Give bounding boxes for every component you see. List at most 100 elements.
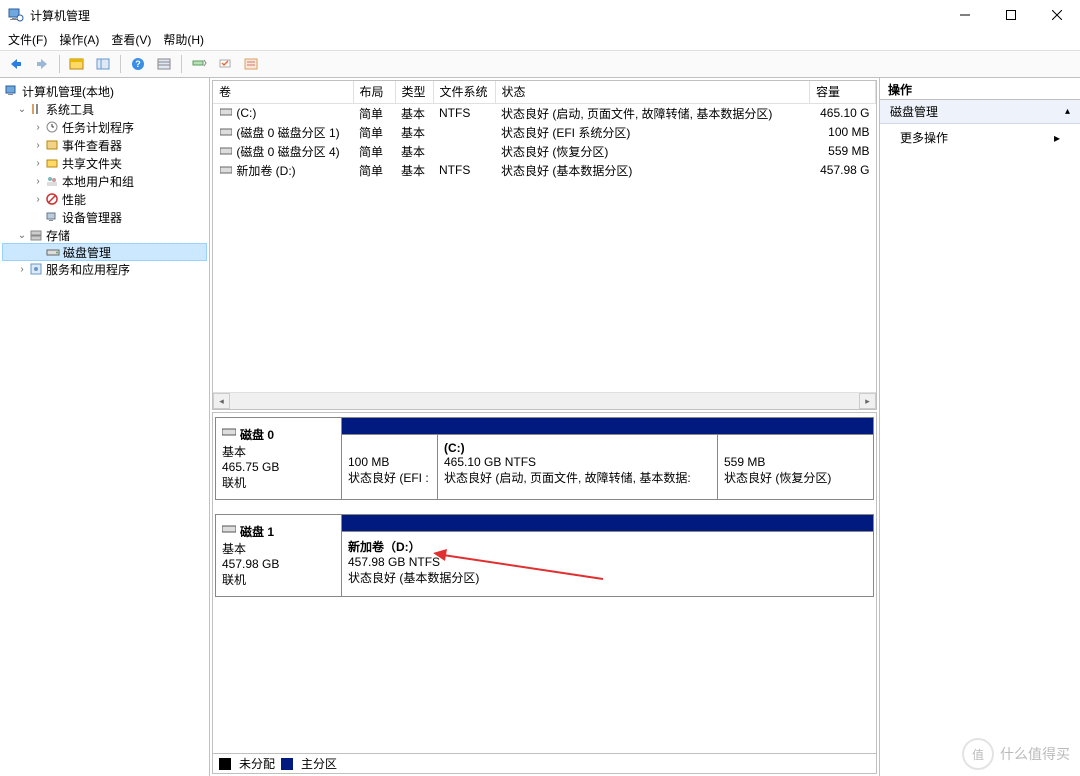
toolbar: ? [0,50,1080,78]
separator [120,55,121,73]
table-row[interactable]: (C:)简单基本NTFS状态良好 (启动, 页面文件, 故障转储, 基本数据分区… [213,103,876,123]
volume-icon [219,106,233,120]
scroll-track[interactable] [230,393,859,409]
table-row[interactable]: (磁盘 0 磁盘分区 1)简单基本状态良好 (EFI 系统分区)100 MB [213,123,876,142]
menu-action[interactable]: 操作(A) [59,31,99,48]
view-button[interactable] [152,53,176,75]
back-button[interactable] [4,53,28,75]
table-row[interactable]: (磁盘 0 磁盘分区 4)简单基本状态良好 (恢复分区)559 MB [213,142,876,161]
properties-button[interactable] [91,53,115,75]
col-type[interactable]: 类型 [395,81,433,103]
tree-performance[interactable]: › 性能 [2,190,207,208]
clock-icon [44,119,60,135]
partition[interactable]: (C:)465.10 GB NTFS状态良好 (启动, 页面文件, 故障转储, … [438,435,718,499]
horizontal-scrollbar[interactable]: ◂ ▸ [213,392,876,409]
maximize-button[interactable] [988,0,1034,30]
menu-file[interactable]: 文件(F) [8,31,47,48]
volume-icon [219,145,233,159]
disk-icon [222,523,236,537]
tools-icon [28,101,44,117]
expand-icon[interactable]: › [32,140,44,151]
tree-eventviewer[interactable]: › 事件查看器 [2,136,207,154]
table-header-row: 卷 布局 类型 文件系统 状态 容量 [213,81,876,103]
tree-systools[interactable]: ⌄ 系统工具 [2,100,207,118]
app-icon [8,7,24,23]
expand-icon[interactable]: › [32,194,44,205]
tree-pane[interactable]: 计算机管理(本地) ⌄ 系统工具 › 任务计划程序 › 事件查看器 › 共享文件… [0,78,210,776]
device-icon [44,209,60,225]
col-capacity[interactable]: 容量 [810,81,876,103]
action-button[interactable] [213,53,237,75]
scroll-left-button[interactable]: ◂ [213,393,230,409]
services-icon [28,261,44,277]
watermark: 值 什么值得买 [962,738,1070,770]
disk-info[interactable]: 磁盘 1基本457.98 GB联机 [216,515,342,596]
disk-graphic-pane[interactable]: 磁盘 0基本465.75 GB联机 100 MB状态良好 (EFI :(C:)4… [212,412,877,774]
disk-row[interactable]: 磁盘 0基本465.75 GB联机 100 MB状态良好 (EFI :(C:)4… [215,417,874,500]
menu-help[interactable]: 帮助(H) [163,31,204,48]
collapse-icon[interactable]: ⌄ [16,230,28,241]
col-status[interactable]: 状态 [495,81,810,103]
actions-more[interactable]: 更多操作 ▸ [880,124,1080,151]
tree-disk-management[interactable]: 磁盘管理 [2,243,207,261]
disk-header-bar [342,515,873,531]
window-controls [942,0,1080,30]
separator [59,55,60,73]
forward-button[interactable] [30,53,54,75]
menu-bar: 文件(F) 操作(A) 查看(V) 帮助(H) [0,30,1080,50]
tree-device-manager[interactable]: 设备管理器 [2,208,207,226]
expand-icon[interactable]: › [32,176,44,187]
svg-text:?: ? [135,59,141,69]
tree-users-groups[interactable]: › 本地用户和组 [2,172,207,190]
users-icon [44,173,60,189]
help-button[interactable]: ? [126,53,150,75]
folder-icon [44,155,60,171]
table-row[interactable]: 新加卷 (D:)简单基本NTFS状态良好 (基本数据分区)457.98 G [213,161,876,180]
tree-storage[interactable]: ⌄ 存储 [2,226,207,244]
expand-icon[interactable]: › [16,264,28,275]
expand-icon[interactable]: › [32,158,44,169]
window-title: 计算机管理 [30,7,942,24]
minimize-button[interactable] [942,0,988,30]
actions-header: 操作 [880,78,1080,100]
center-pane: 卷 布局 类型 文件系统 状态 容量 (C:)简单基本NTFS状态良好 (启动,… [210,78,880,776]
tree-services[interactable]: › 服务和应用程序 [2,260,207,278]
show-hide-button[interactable] [65,53,89,75]
disk-row[interactable]: 磁盘 1基本457.98 GB联机新加卷（D:）457.98 GB NTFS状态… [215,514,874,597]
event-icon [44,137,60,153]
storage-icon [28,227,44,243]
computer-icon [4,83,20,99]
legend-unallocated-label: 未分配 [239,755,275,772]
performance-icon [44,191,60,207]
partition[interactable]: 559 MB状态良好 (恢复分区) [718,435,854,499]
col-layout[interactable]: 布局 [353,81,395,103]
disk-header-bar [342,418,873,434]
collapse-icon[interactable]: ⌄ [16,104,28,115]
volume-icon [219,126,233,140]
actions-pane: 操作 磁盘管理 ▴ 更多操作 ▸ [880,78,1080,776]
col-fs[interactable]: 文件系统 [433,81,495,103]
partition[interactable]: 100 MB状态良好 (EFI : [342,435,438,499]
chevron-right-icon: ▸ [1054,131,1060,145]
window-titlebar: 计算机管理 [0,0,1080,30]
disk-icon [222,426,236,440]
tree-scheduler[interactable]: › 任务计划程序 [2,118,207,136]
col-volume[interactable]: 卷 [213,81,353,103]
disk-info[interactable]: 磁盘 0基本465.75 GB联机 [216,418,342,499]
disk-icon [45,244,61,260]
tree-root[interactable]: 计算机管理(本地) [2,82,207,100]
close-button[interactable] [1034,0,1080,30]
settings-button[interactable] [187,53,211,75]
scroll-right-button[interactable]: ▸ [859,393,876,409]
tree-shared-folders[interactable]: › 共享文件夹 [2,154,207,172]
partition[interactable]: 新加卷（D:）457.98 GB NTFS状态良好 (基本数据分区) [342,532,873,596]
main-area: 计算机管理(本地) ⌄ 系统工具 › 任务计划程序 › 事件查看器 › 共享文件… [0,78,1080,776]
collapse-icon[interactable]: ▴ [1065,106,1070,117]
actions-section[interactable]: 磁盘管理 ▴ [880,100,1080,124]
list-button[interactable] [239,53,263,75]
legend-unallocated-swatch [219,758,231,770]
volume-list[interactable]: 卷 布局 类型 文件系统 状态 容量 (C:)简单基本NTFS状态良好 (启动,… [212,80,877,410]
expand-icon[interactable]: › [32,122,44,133]
separator [181,55,182,73]
menu-view[interactable]: 查看(V) [111,31,151,48]
